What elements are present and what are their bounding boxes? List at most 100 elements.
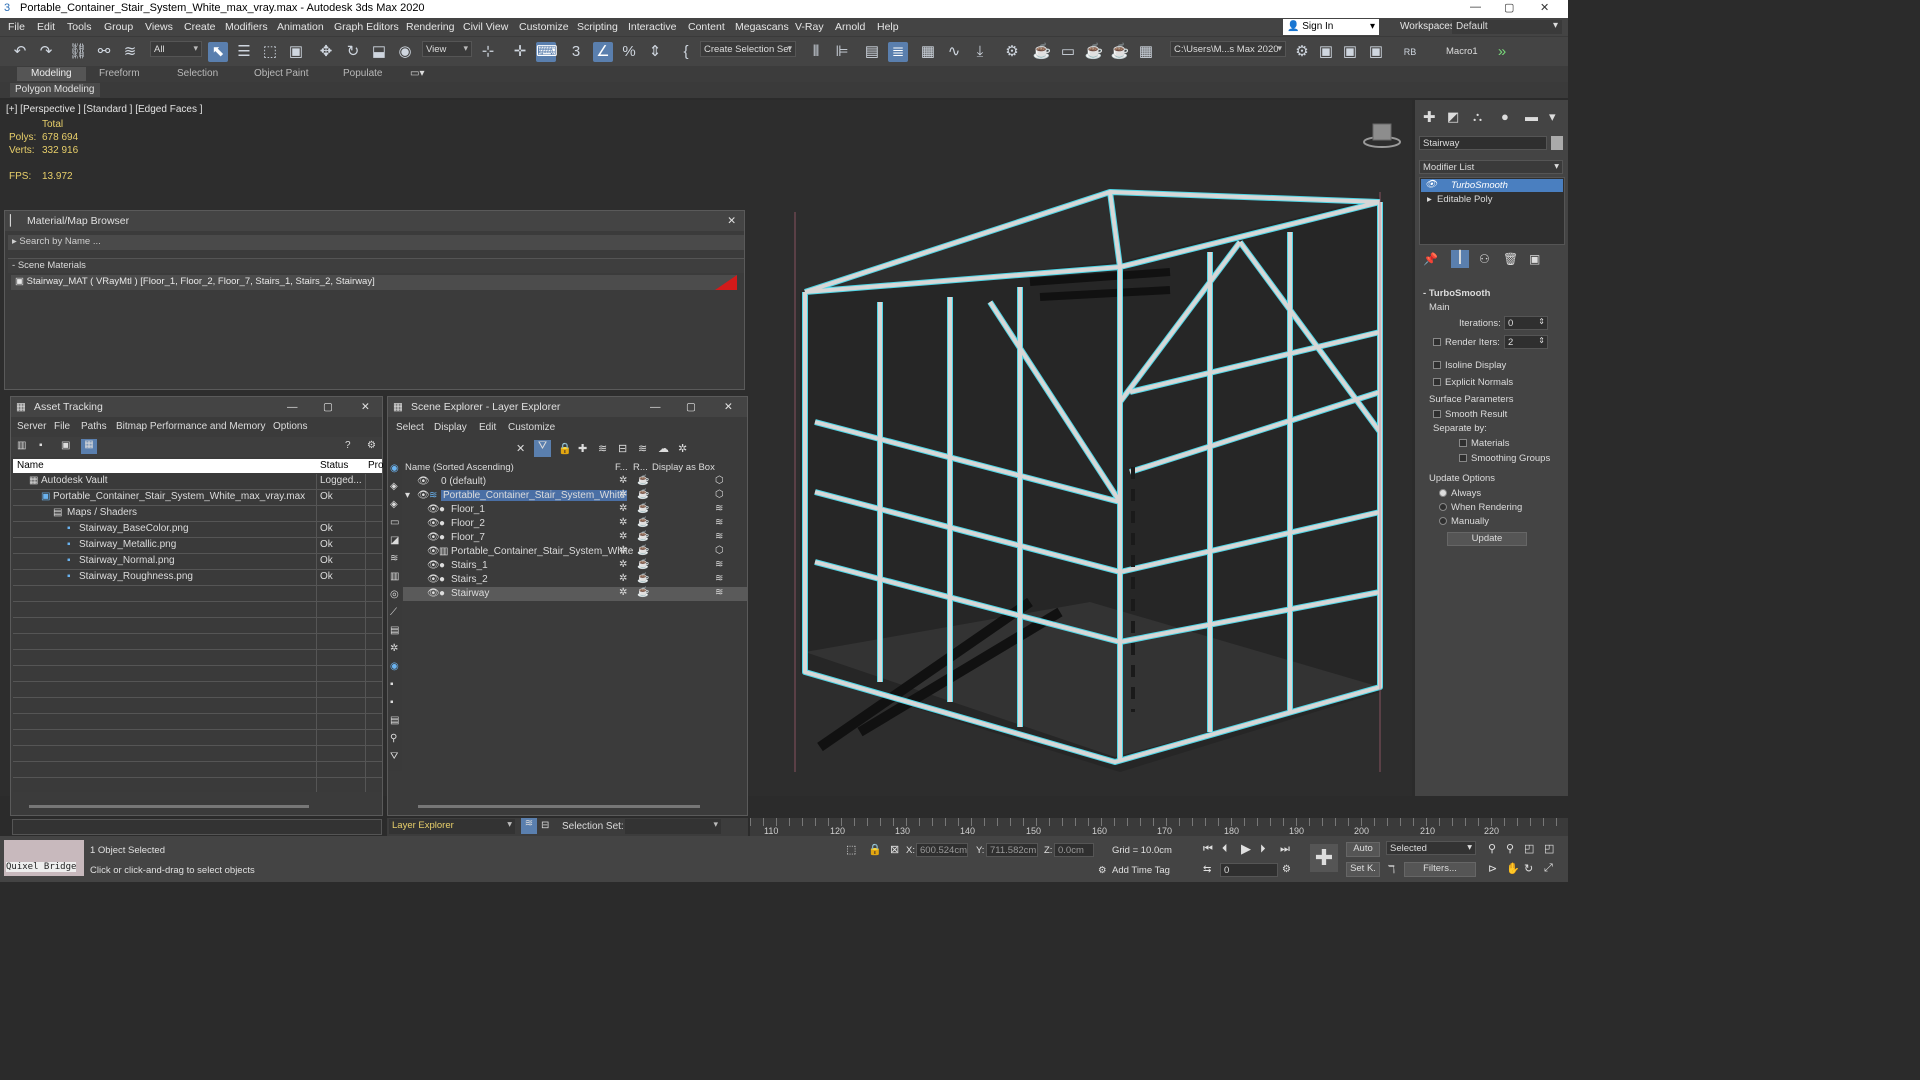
freeze-icon[interactable]: ✲ xyxy=(619,587,627,598)
menu-display[interactable]: Display xyxy=(434,422,467,433)
table-row[interactable]: ▪ Stairway_Normal.png Ok xyxy=(13,554,382,570)
expand-toolbar-icon[interactable]: » xyxy=(1492,42,1512,62)
pan-icon[interactable]: ✋ xyxy=(1506,862,1520,875)
edit-named-selection-icon[interactable]: { xyxy=(676,42,696,62)
play-icon[interactable]: ▶ xyxy=(1241,841,1251,857)
go-to-start-icon[interactable]: ⏮ xyxy=(1203,843,1213,856)
render-icon[interactable]: ☕ xyxy=(637,531,649,542)
selection-filter-dropdown[interactable]: All xyxy=(150,41,202,57)
explorer-type-dropdown[interactable]: Layer Explorer ▾ xyxy=(389,819,515,834)
grid-view-icon[interactable]: ▦ xyxy=(81,439,97,454)
geometry-filter-icon[interactable]: ◉ xyxy=(390,463,399,474)
object-color-swatch[interactable] xyxy=(1551,136,1563,150)
schematic-view-icon[interactable]: ⤓ xyxy=(970,42,990,62)
column-renderable[interactable]: R... xyxy=(633,462,648,473)
column-pro[interactable]: Pro xyxy=(368,460,384,471)
orbit-icon[interactable]: ↻ xyxy=(1524,862,1533,875)
menu-interactive[interactable]: Interactive xyxy=(628,21,676,33)
render-icon[interactable]: ☕ xyxy=(637,573,649,584)
render-iterative-icon[interactable]: ☕ xyxy=(1110,42,1130,62)
table-row[interactable]: ▦ Autodesk Vault Logged... xyxy=(13,474,382,490)
layer-explorer-icon[interactable]: ≣ xyxy=(888,42,908,62)
scene-materials-group[interactable]: - Scene Materials xyxy=(8,258,744,273)
set-key-icon[interactable]: ✚ xyxy=(1310,844,1338,872)
field-of-view-icon[interactable]: ⊳ xyxy=(1488,862,1497,875)
freeze-icon[interactable]: ✲ xyxy=(619,559,627,570)
material-editor-icon[interactable]: ⚙ xyxy=(1002,42,1022,62)
set-key-button[interactable]: Set K. xyxy=(1346,862,1380,877)
ribbon-options-icon[interactable]: ▭▾ xyxy=(396,67,438,81)
tree-row[interactable]: 👁 ● Floor_7 ✲ ☕ ≋ xyxy=(403,531,747,545)
freeze-icon[interactable]: ✲ xyxy=(619,503,627,514)
zoom-all-icon[interactable]: ⚲ xyxy=(1506,842,1514,855)
table-icon[interactable]: ▣ xyxy=(61,440,70,451)
polygon-modeling-label[interactable]: Polygon Modeling xyxy=(10,83,100,97)
material-search-input[interactable]: ▸ Search by Name ... xyxy=(8,235,744,250)
menu-rendering[interactable]: Rendering xyxy=(406,21,454,33)
remove-modifier-icon[interactable]: 🗑 xyxy=(1503,252,1518,266)
new-layer-icon[interactable]: ✚ xyxy=(578,442,587,455)
horizontal-scrollbar[interactable] xyxy=(418,805,700,808)
cameras-filter-icon[interactable]: ▭ xyxy=(390,517,399,528)
render-icon[interactable]: ☕ xyxy=(637,587,649,598)
box-icon[interactable]: ⬡ xyxy=(715,489,724,500)
scene-explorer-icon[interactable]: ▤ xyxy=(862,42,882,62)
rotate-icon[interactable]: ↻ xyxy=(343,42,363,62)
tree-row[interactable]: ▾ 👁 ≋ Portable_Container_Stair_System_White… xyxy=(403,489,747,503)
menu-edit[interactable]: Edit xyxy=(479,422,496,433)
menu-megascans[interactable]: Megascans xyxy=(735,21,789,33)
close-icon[interactable]: ✕ xyxy=(1540,1,1549,14)
table-row[interactable]: ▪ Stairway_BaseColor.png Ok xyxy=(13,522,382,538)
layer-toggle-icon[interactable]: ≋ xyxy=(521,818,537,834)
find-filter-icon[interactable]: ⚲ xyxy=(390,733,397,744)
table-row[interactable]: ▣ Portable_Container_Stair_System_White_m… xyxy=(13,490,382,506)
selection-set-dropdown[interactable]: ▾ xyxy=(625,819,721,834)
tab-populate[interactable]: Populate xyxy=(329,67,396,81)
maximize-icon[interactable]: ▢ xyxy=(323,401,333,413)
lock-icon[interactable]: 🔒 xyxy=(558,442,572,455)
stack-item-turbosmooth[interactable]: 👁 TurboSmooth xyxy=(1421,179,1563,192)
eye-icon[interactable]: 👁 xyxy=(427,560,440,571)
invert-filter-icon[interactable]: ▤ xyxy=(390,715,399,726)
eye-icon[interactable]: 👁 xyxy=(427,588,440,599)
menu-select[interactable]: Select xyxy=(396,422,424,433)
rollout-title[interactable]: - TurboSmooth xyxy=(1423,288,1490,299)
eye-icon[interactable]: 👁 xyxy=(417,490,430,501)
minimize-icon[interactable]: — xyxy=(650,401,661,413)
tree-row[interactable]: 👁 ● Stairs_1 ✲ ☕ ≋ xyxy=(403,559,747,573)
menu-customize[interactable]: Customize xyxy=(508,422,555,433)
key-tangent-icon[interactable]: ℸ xyxy=(1388,863,1395,876)
zoom-extents-all-icon[interactable]: ◰ xyxy=(1544,842,1554,855)
x-coordinate-field[interactable]: 600.524cm xyxy=(916,843,968,857)
spacewarps-filter-icon[interactable]: ≋ xyxy=(390,553,398,564)
help-icon[interactable]: ? xyxy=(345,440,351,451)
menu-options[interactable]: Options xyxy=(273,421,307,432)
menu-modifiers[interactable]: Modifiers xyxy=(225,21,268,33)
curve-editor-icon[interactable]: ∿ xyxy=(944,42,964,62)
select-by-name-icon[interactable]: ☰ xyxy=(234,42,254,62)
menu-paths[interactable]: Paths xyxy=(81,421,107,432)
explicit-normals-checkbox[interactable]: Explicit Normals xyxy=(1433,377,1513,388)
timeline-track[interactable]: 110 120 130 140 150 160 170 180 190 200 … xyxy=(750,818,1568,836)
scale-icon[interactable]: ⬓ xyxy=(369,42,389,62)
horizontal-scrollbar[interactable] xyxy=(29,805,309,808)
snap-toggle-icon[interactable]: 3 xyxy=(566,42,586,62)
render-icon[interactable]: ☕ xyxy=(637,503,649,514)
key-mode-icon[interactable]: ⇆ xyxy=(1203,864,1211,875)
bind-spacewarp-icon[interactable]: ≋ xyxy=(120,42,140,62)
menu-civil-view[interactable]: Civil View xyxy=(463,21,508,33)
object-name-field[interactable]: Stairway xyxy=(1419,136,1547,150)
layers-icon[interactable]: ≋ xyxy=(638,442,647,455)
rb-icon[interactable]: RB xyxy=(1400,42,1420,62)
menu-arnold[interactable]: Arnold xyxy=(835,21,865,33)
spinner-icon[interactable]: ⇕ xyxy=(1538,317,1545,326)
make-unique-icon[interactable]: ⚇ xyxy=(1479,252,1490,266)
eye-icon[interactable]: 👁 xyxy=(427,504,440,515)
freeze-icon[interactable]: ✲ xyxy=(619,489,627,500)
render-icon[interactable]: ☕ xyxy=(637,545,649,556)
column-name[interactable]: Name xyxy=(17,460,44,471)
maximize-icon[interactable]: ▢ xyxy=(1504,1,1514,14)
isoline-checkbox[interactable]: Isoline Display xyxy=(1433,360,1506,371)
menu-tools[interactable]: Tools xyxy=(67,21,92,33)
previous-frame-icon[interactable]: ⏴ xyxy=(1222,843,1228,856)
